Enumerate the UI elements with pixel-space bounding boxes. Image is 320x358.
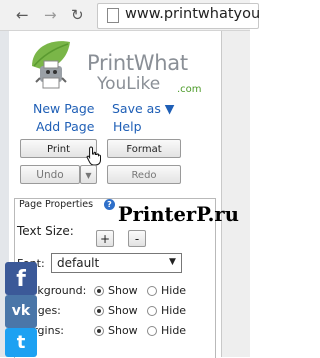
background-hide-radio[interactable] [147,286,157,296]
undo-dropdown-button[interactable]: ▼ [80,165,97,184]
forward-icon[interactable]: → [44,6,57,24]
twitter-icon[interactable]: t [5,328,37,357]
url-text[interactable]: www.printwhatyou [125,4,260,24]
save-as-link[interactable]: Save as ▼ [112,101,174,117]
images-hide-label: Hide [161,304,187,317]
chevron-down-icon: ▼ [169,257,176,267]
page-properties-legend: Page Properties [17,199,96,211]
font-select-value: default [57,256,100,270]
logo-text-com: .com [177,84,202,95]
background-show-radio[interactable] [94,286,104,296]
margins-show-radio[interactable] [94,326,104,336]
help-icon[interactable]: ? [104,199,115,210]
increase-text-size-button[interactable]: + [96,230,114,247]
margins-hide-radio[interactable] [147,326,157,336]
page-background [222,31,250,357]
logo-text-youlike: YouLike [97,74,161,94]
images-hide-radio[interactable] [147,306,157,316]
images-show-radio[interactable] [94,306,104,316]
logo-text-printwhat: PrintWhat [87,51,188,75]
decrease-text-size-button[interactable]: - [128,230,146,247]
site-watermark: PrinterP.ru [118,203,239,226]
background-show-label: Show [108,284,138,297]
background-hide-label: Hide [161,284,187,297]
undo-button[interactable]: Undo [20,165,80,184]
margins-show-label: Show [108,324,138,337]
new-page-link[interactable]: New Page [33,101,95,117]
margins-hide-label: Hide [161,324,187,337]
redo-button[interactable]: Redo [107,165,181,184]
add-page-link[interactable]: Add Page [36,119,94,135]
vk-icon[interactable]: vk [5,295,37,328]
facebook-icon[interactable]: f [5,262,37,295]
text-size-label: Text Size: [17,224,74,238]
back-icon[interactable]: ← [16,6,29,24]
images-show-label: Show [108,304,138,317]
format-button[interactable]: Format [107,139,181,158]
help-link[interactable]: Help [113,119,142,135]
reload-icon[interactable]: ↻ [71,6,84,24]
page-icon [107,8,119,23]
hand-cursor-icon [86,146,102,166]
logo-icon [24,36,86,96]
